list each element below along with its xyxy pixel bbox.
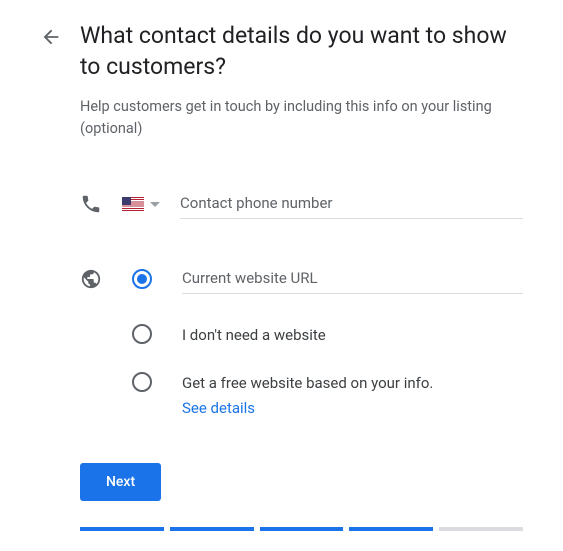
progress-segment	[349, 527, 433, 531]
page-subtitle: Help customers get in touch by including…	[80, 96, 523, 140]
page-title: What contact details do you want to show…	[80, 20, 523, 82]
website-option-url	[80, 265, 523, 294]
chevron-down-icon	[150, 202, 160, 207]
option-label-no-website: I don't need a website	[182, 324, 326, 347]
next-button[interactable]: Next	[80, 463, 161, 501]
progress-bar	[80, 527, 523, 531]
globe-icon	[80, 268, 102, 290]
radio-free-website[interactable]	[132, 372, 152, 392]
website-url-input[interactable]	[182, 265, 523, 294]
phone-input[interactable]	[180, 190, 523, 219]
progress-segment	[260, 527, 344, 531]
us-flag-icon	[122, 197, 144, 211]
radio-no-website[interactable]	[132, 324, 152, 344]
phone-icon	[80, 193, 102, 215]
radio-website-url[interactable]	[132, 269, 152, 289]
option-label-free-website: Get a free website based on your info.	[182, 374, 433, 392]
website-option-none: I don't need a website	[80, 324, 523, 347]
progress-segment	[80, 527, 164, 531]
back-arrow-icon[interactable]	[40, 26, 62, 48]
website-option-free: Get a free website based on your info. S…	[80, 372, 523, 419]
see-details-link[interactable]: See details	[182, 397, 433, 420]
progress-segment	[170, 527, 254, 531]
country-code-dropdown[interactable]	[122, 197, 160, 211]
phone-row	[80, 190, 523, 219]
progress-segment	[439, 527, 523, 531]
